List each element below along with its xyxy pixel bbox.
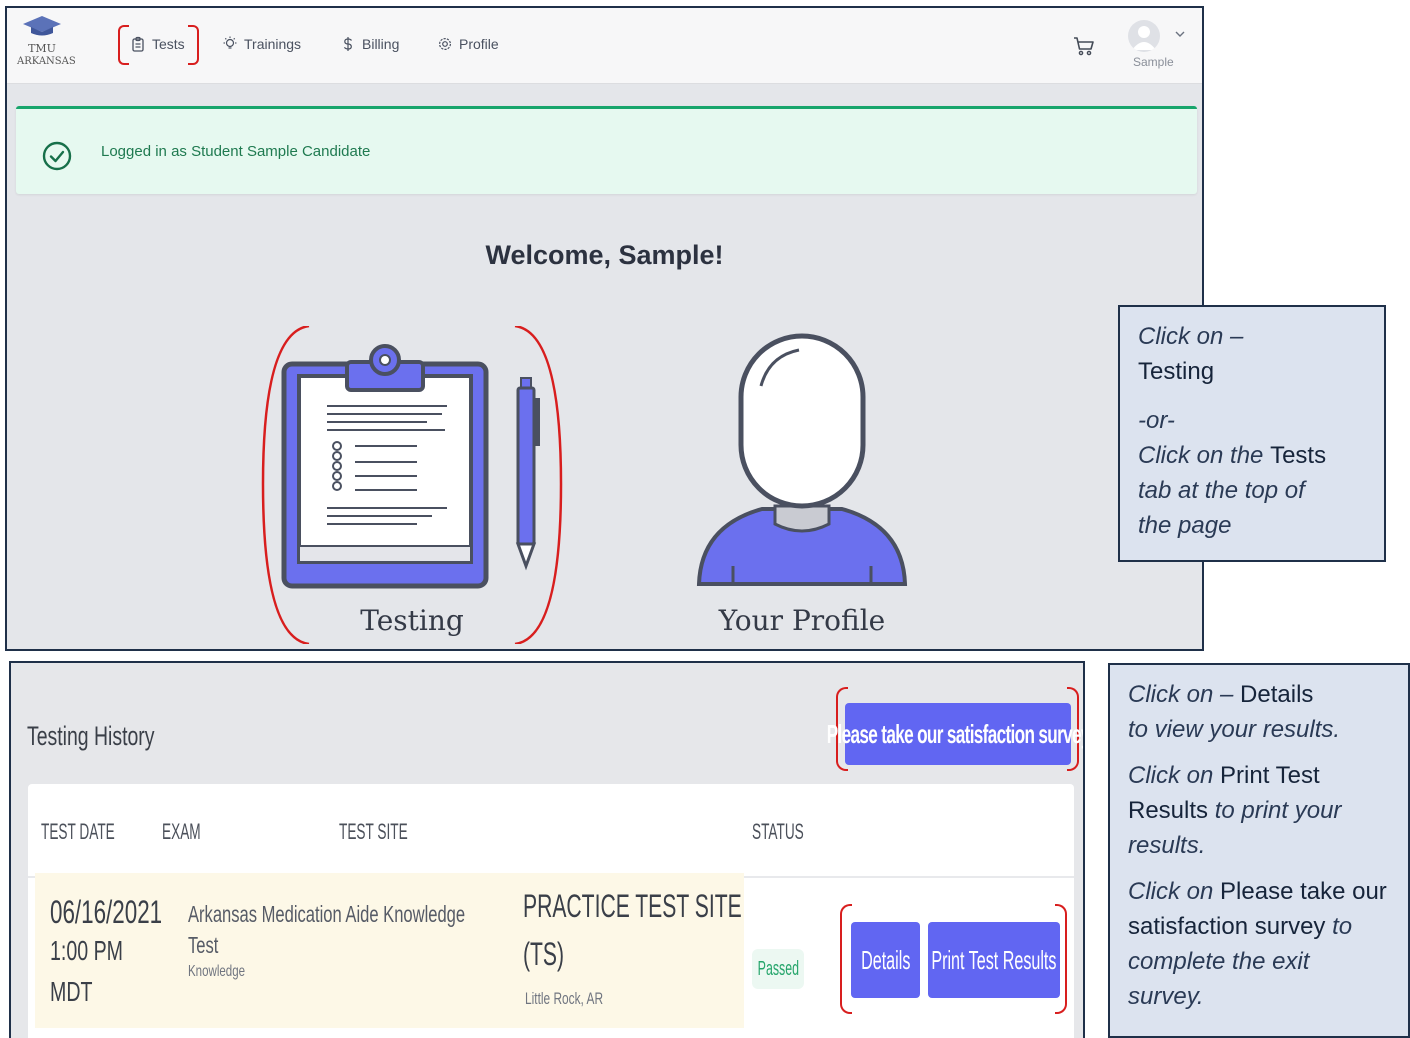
note-text: Click on	[1128, 762, 1221, 789]
testing-history-title: Testing History	[27, 721, 155, 751]
annotation-bracket-right	[188, 25, 199, 65]
satisfaction-survey-button[interactable]: Please take our satisfaction survey	[826, 703, 1083, 765]
alert-message: Logged in as Student Sample Candidate	[101, 143, 371, 160]
details-button-label: Details	[860, 944, 911, 975]
note-text: tab at the top of	[1138, 477, 1305, 504]
nav-tab-profile[interactable]: Profile	[437, 32, 499, 56]
note-highlight: Testing	[1138, 358, 1215, 385]
dollar-icon	[343, 37, 352, 51]
nav-tab-label: Tests	[152, 36, 185, 52]
note-text: Click on the	[1138, 442, 1271, 469]
status-badge: Passed	[752, 949, 804, 989]
row-exam-name-cont: Test	[188, 932, 219, 958]
testing-history-table: TEST DATE EXAM TEST SITE STATUS 06/16/20…	[28, 784, 1074, 1038]
details-button[interactable]: Details	[851, 922, 920, 998]
row-test-location: Little Rock, AR	[525, 989, 604, 1008]
nav-tab-label: Profile	[459, 36, 499, 52]
graduation-cap-icon	[23, 16, 61, 36]
note-text: to view your results.	[1128, 716, 1341, 743]
check-circle-icon	[42, 141, 72, 171]
nav-tab-billing[interactable]: Billing	[340, 32, 399, 56]
note-text: Click on –	[1138, 323, 1244, 350]
lightbulb-icon	[223, 36, 237, 49]
note-text: Click on –	[1128, 681, 1241, 708]
chevron-down-icon[interactable]	[1174, 28, 1186, 40]
logo-text-arkansas: ARKANSAS	[17, 56, 76, 67]
nav-tab-tests[interactable]: Tests	[130, 32, 185, 56]
profile-card[interactable]	[687, 326, 917, 644]
annotation-bracket-left	[118, 25, 129, 65]
nav-tab-label: Billing	[362, 36, 400, 52]
user-name: Sample	[1133, 55, 1174, 69]
dashboard-screenshot: TMU ARKANSAS Tests Trainings Billing Pro…	[5, 6, 1204, 651]
note-highlight: Details	[1240, 681, 1314, 708]
row-test-timezone: MDT	[50, 976, 93, 1007]
nav-tab-trainings[interactable]: Trainings	[222, 32, 301, 56]
row-exam-name: Arkansas Medication Aide Knowledge	[188, 901, 466, 927]
clipboard-pencil-icon	[261, 324, 563, 646]
testing-card-label[interactable]: Testing	[257, 604, 567, 637]
print-button-label: Print Test Results	[931, 944, 1057, 975]
column-header-test-date: TEST DATE	[41, 819, 115, 844]
welcome-heading: Welcome, Sample!	[485, 240, 724, 270]
tmu-logo[interactable]: TMU ARKANSAS	[17, 14, 76, 76]
column-header-test-site: TEST SITE	[339, 819, 408, 844]
top-navbar: TMU ARKANSAS Tests Trainings Billing Pro…	[7, 8, 1202, 84]
instruction-note-testing: Click on – Testing -or- Click on the Tes…	[1118, 305, 1386, 562]
user-icon	[1132, 26, 1156, 50]
row-test-date: 06/16/2021	[50, 894, 163, 930]
login-success-alert: Logged in as Student Sample Candidate	[16, 106, 1197, 194]
row-exam-type: Knowledge	[188, 963, 246, 980]
print-test-results-button[interactable]: Print Test Results	[928, 922, 1060, 998]
testing-history-screenshot: Testing History Please take our satisfac…	[9, 661, 1085, 1038]
instruction-note-history: Click on – Details to view your results.…	[1108, 663, 1410, 1038]
note-text: Click on	[1128, 878, 1221, 905]
logo-text-tmu: TMU	[28, 42, 56, 55]
gear-icon	[438, 37, 452, 51]
person-icon	[696, 333, 908, 586]
row-test-site-code: (TS)	[523, 936, 565, 972]
nav-tab-label: Trainings	[244, 36, 302, 52]
row-test-time: 1:00 PM	[50, 935, 123, 966]
note-text: -or-	[1138, 407, 1175, 434]
column-header-exam: EXAM	[162, 819, 201, 844]
clipboard-icon	[132, 36, 144, 52]
user-avatar[interactable]	[1128, 20, 1160, 52]
note-text: the page	[1138, 512, 1232, 539]
column-header-status: STATUS	[752, 819, 804, 844]
cart-icon[interactable]	[1072, 34, 1096, 58]
testing-card[interactable]	[257, 324, 567, 646]
row-test-site: PRACTICE TEST SITE	[523, 888, 742, 924]
profile-card-label[interactable]: Your Profile	[667, 604, 937, 637]
survey-button-label: Please take our satisfaction survey	[826, 718, 1085, 749]
note-highlight: Tests	[1270, 442, 1327, 469]
status-badge-label: Passed	[757, 957, 799, 980]
